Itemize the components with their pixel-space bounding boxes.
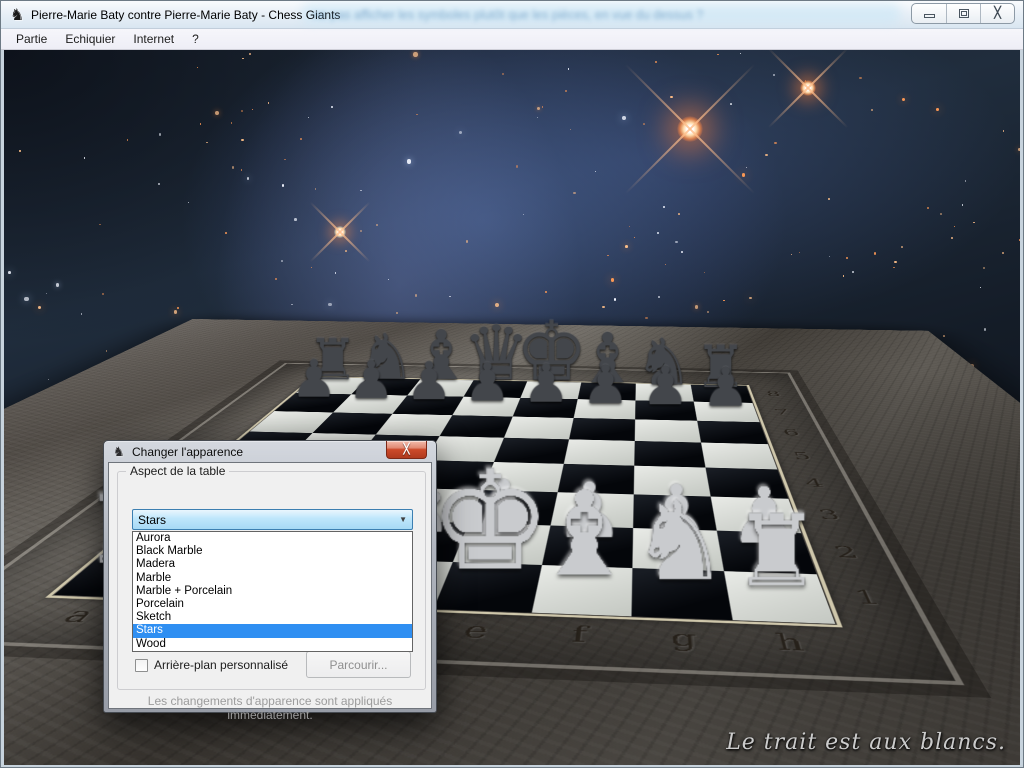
dropdown-option[interactable]: Sketch — [133, 611, 412, 624]
minimize-button[interactable] — [912, 4, 946, 23]
dialog-body: Aspect de la table Stars ▼ Arrière-plan … — [108, 462, 432, 709]
appearance-dialog: ♞ Changer l'apparence ╳ Aspect de la tab… — [103, 440, 437, 713]
window-controls: ╳ — [911, 3, 1015, 24]
dialog-close-button[interactable]: ╳ — [386, 441, 427, 459]
dialog-status-text: Les changements d'apparence sont appliqu… — [109, 694, 431, 722]
dropdown-option[interactable]: Marble — [133, 572, 412, 585]
dropdown-list: AuroraBlack MarbleMaderaMarbleMarble + P… — [132, 531, 413, 652]
window-title: Pierre-Marie Baty contre Pierre-Marie Ba… — [31, 8, 340, 22]
menu-item-internet[interactable]: Internet — [124, 30, 183, 48]
app-window: ♞ Pierre-Marie Baty contre Pierre-Marie … — [0, 0, 1024, 768]
browse-button[interactable]: Parcourir... — [306, 651, 411, 678]
close-icon: ╳ — [994, 8, 1001, 19]
maximize-icon — [959, 9, 969, 18]
dialog-knight-icon: ♞ — [113, 444, 125, 460]
ghost-tooltip-text: ne pas afficher les symboles plutôt que … — [313, 8, 949, 22]
combobox-value: Stars — [138, 513, 166, 527]
dropdown-option[interactable]: Madera — [133, 558, 412, 571]
window-titlebar[interactable]: ♞ Pierre-Marie Baty contre Pierre-Marie … — [1, 1, 1023, 29]
custom-background-label[interactable]: Arrière-plan personnalisé — [154, 658, 288, 672]
close-button[interactable]: ╳ — [980, 4, 1014, 23]
dialog-title: Changer l'apparence — [132, 445, 243, 459]
menu-item-partie[interactable]: Partie — [7, 30, 56, 48]
app-knight-icon: ♞ — [10, 5, 24, 25]
white-rook[interactable]: ♜ — [680, 390, 873, 596]
menu-bar: PartieEchiquierInternet? — [1, 29, 1023, 50]
groupbox-label: Aspect de la table — [126, 464, 229, 478]
turn-status-text: Le trait est aux blancs. — [726, 730, 1006, 755]
dropdown-option[interactable]: Black Marble — [133, 545, 412, 558]
menu-item-[interactable]: ? — [183, 30, 208, 48]
dropdown-option[interactable]: Wood — [133, 638, 412, 651]
menu-item-echiquier[interactable]: Echiquier — [56, 30, 124, 48]
dialog-titlebar[interactable]: ♞ Changer l'apparence ╳ — [104, 441, 436, 462]
close-icon: ╳ — [403, 445, 409, 455]
dropdown-option[interactable]: Porcelain — [133, 598, 412, 611]
minimize-icon — [924, 14, 935, 18]
chevron-down-icon: ▼ — [399, 515, 407, 524]
custom-background-checkbox[interactable] — [135, 659, 148, 672]
dropdown-option[interactable]: Aurora — [133, 532, 412, 545]
table-aspect-combobox[interactable]: Stars ▼ — [132, 509, 413, 530]
dropdown-option[interactable]: Marble + Porcelain — [133, 585, 412, 598]
dropdown-option[interactable]: Stars — [133, 624, 412, 637]
maximize-button[interactable] — [946, 4, 980, 23]
